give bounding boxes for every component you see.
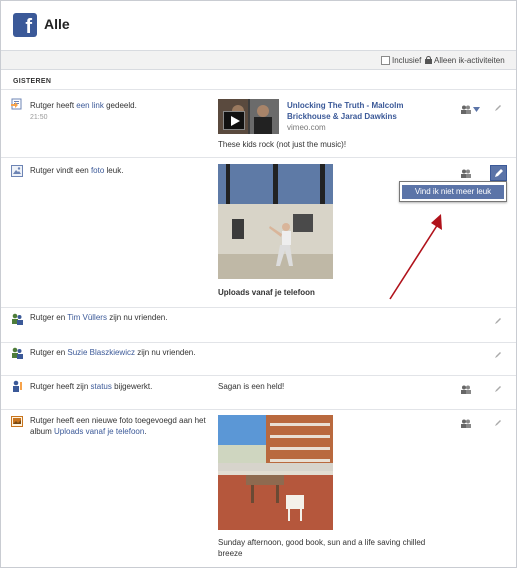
- activity-verb: heeft: [56, 101, 75, 110]
- activity-verb: vindt een: [56, 166, 89, 175]
- pencil-icon[interactable]: [493, 103, 503, 113]
- photo-icon: [11, 165, 23, 177]
- liked-photo[interactable]: [218, 164, 333, 279]
- friends-icon: [12, 347, 23, 359]
- activity-suffix: gedeeld.: [106, 101, 137, 110]
- actor-name: Rutger: [30, 348, 55, 357]
- actor-name: Rutger: [30, 382, 55, 391]
- uploaded-photo[interactable]: [218, 415, 333, 530]
- friend-link[interactable]: Suzie Blaszkiewicz: [67, 348, 135, 357]
- photo-album-icon: [11, 416, 23, 427]
- friends-icon: [12, 313, 23, 325]
- lock-icon: [425, 56, 432, 64]
- link-share-icon: [11, 98, 22, 110]
- unlike-menu-item[interactable]: Vind ik niet meer leuk: [402, 185, 504, 199]
- album-link[interactable]: Uploads vanaf je telefoon: [218, 287, 315, 298]
- link-title[interactable]: Unlocking The Truth - Malcolm Brickhouse…: [287, 100, 437, 122]
- actor-name: Rutger: [30, 166, 55, 175]
- actor-name: Rutger: [30, 416, 55, 425]
- activity-text: Rutger en Suzie Blaszkiewicz zijn nu vri…: [30, 347, 195, 358]
- header: f Alle: [1, 1, 516, 50]
- album-link[interactable]: Uploads vanaf je telefoon: [54, 427, 144, 436]
- activity-verb: en: [56, 313, 66, 322]
- friends-audience-icon[interactable]: [461, 169, 471, 178]
- activity-text: Rutger heeft zijn status bijgewerkt.: [30, 381, 152, 392]
- page-title: Alle: [44, 16, 70, 32]
- actor-name: Rutger: [30, 101, 55, 110]
- activity-text: Rutger en Tim Vüllers zijn nu vrienden.: [30, 312, 167, 323]
- pencil-icon: [495, 169, 503, 177]
- status-link[interactable]: status: [91, 382, 112, 391]
- link-text[interactable]: een link: [76, 101, 104, 110]
- pencil-icon[interactable]: [493, 316, 503, 326]
- link-domain: vimeo.com: [287, 123, 326, 132]
- friends-audience-icon[interactable]: [461, 105, 471, 114]
- edit-button[interactable]: [490, 165, 507, 181]
- play-icon[interactable]: [223, 111, 245, 130]
- friends-audience-icon[interactable]: [461, 419, 471, 428]
- annotation-arrow: [389, 214, 442, 300]
- post-caption: These kids rock (not just the music)!: [218, 140, 347, 149]
- activity-suffix: .: [144, 427, 147, 436]
- video-thumbnail[interactable]: [218, 99, 279, 134]
- chevron-down-icon[interactable]: [473, 107, 480, 112]
- activity-log-window: f Alle Inclusief Alleen ik-activiteiten …: [0, 0, 517, 568]
- friends-audience-icon[interactable]: [461, 385, 471, 394]
- activity-verb: en: [56, 348, 66, 357]
- section-heading: GISTEREN: [13, 78, 52, 85]
- include-checkbox[interactable]: [381, 56, 390, 65]
- activity-suffix: bijgewerkt.: [114, 382, 153, 391]
- photo-caption: Sunday afternoon, good book, sun and a l…: [218, 538, 426, 558]
- activity-verb: heeft zijn: [56, 382, 89, 391]
- filter-bar: Inclusief Alleen ik-activiteiten: [1, 50, 516, 70]
- only-me-label[interactable]: Alleen ik-activiteiten: [434, 56, 505, 65]
- actor-name: Rutger: [30, 313, 55, 322]
- facebook-logo-icon[interactable]: f: [13, 13, 37, 37]
- pencil-icon[interactable]: [493, 350, 503, 360]
- edit-dropdown-menu: Vind ik niet meer leuk: [399, 181, 507, 202]
- include-label[interactable]: Inclusief: [392, 56, 421, 65]
- activity-suffix: zijn nu vrienden.: [109, 313, 168, 322]
- activity-text: Rutger heeft een nieuwe foto toegevoegd …: [30, 415, 210, 437]
- photo-link[interactable]: foto: [91, 166, 104, 175]
- activity-suffix: zijn nu vrienden.: [137, 348, 196, 357]
- status-text: Sagan is een held!: [218, 382, 285, 391]
- activity-text: Rutger vindt een foto leuk.: [30, 165, 123, 176]
- status-icon: [13, 380, 22, 392]
- activity-text: Rutger heeft een link gedeeld.: [30, 100, 137, 111]
- pencil-icon[interactable]: [493, 384, 503, 394]
- timestamp[interactable]: 21:50: [30, 114, 48, 121]
- activity-suffix: leuk.: [106, 166, 124, 175]
- pencil-icon[interactable]: [493, 418, 503, 428]
- friend-link[interactable]: Tim Vüllers: [67, 313, 107, 322]
